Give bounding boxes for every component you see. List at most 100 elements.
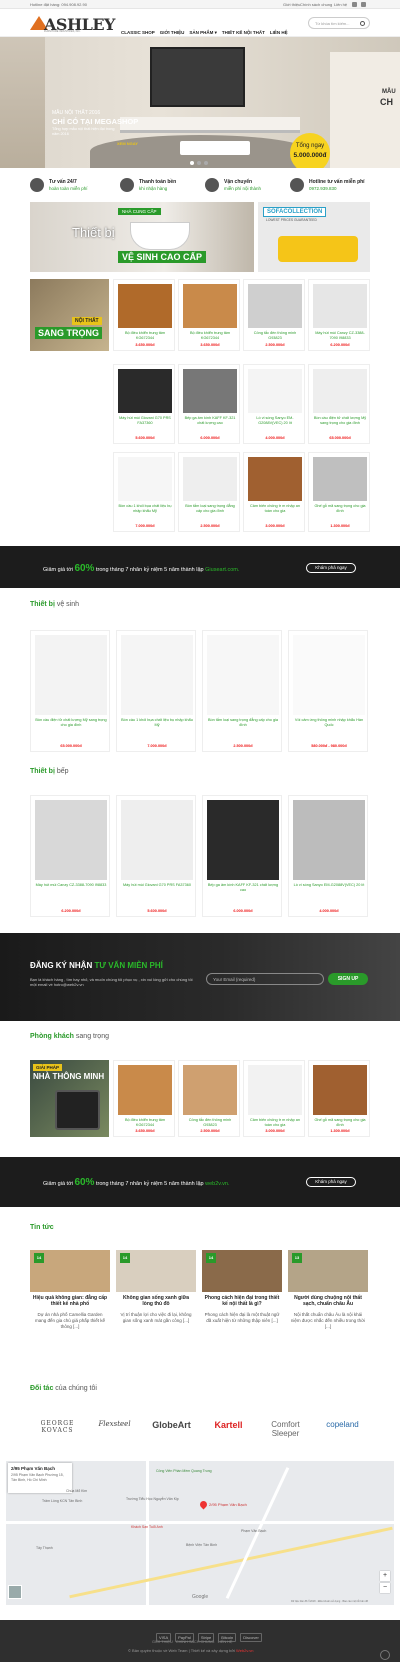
- nav-products[interactable]: SẢN PHẨM ▾: [189, 30, 217, 35]
- grid-product-card[interactable]: Máy hút mùi Canzy CZ-3388-7090 I98833 6.2…: [308, 279, 370, 351]
- news-card[interactable]: 14 Phong cách hiện đại trong thiết kế nộ…: [202, 1250, 282, 1370]
- news-title[interactable]: Hiệu quả không gian: đẳng cấp thiết kế n…: [32, 1295, 108, 1307]
- bathroom-product-card[interactable]: Bồn tắm loại sang trọng đẳng cấp cho gia…: [202, 630, 282, 752]
- grid-product-card[interactable]: Cảm biến chống tr m nhập an toàn cho gia…: [243, 452, 305, 532]
- product-image[interactable]: [313, 1065, 367, 1115]
- zoom-out-button[interactable]: −: [380, 1583, 390, 1593]
- product-name[interactable]: Máy hút mùi Giovani G70 PRS FA37360: [117, 416, 173, 425]
- kitchen-product-card[interactable]: Máy hút mùi Giovani G70 PRS FA37360 5.600…: [116, 795, 196, 917]
- product-name[interactable]: Cảm biến chống tr m nhập an toàn cho gia: [247, 504, 303, 513]
- bathroom-product-card[interactable]: Bồn cầu 1 khối bụa chất liệu bụ nhập khẩ…: [116, 630, 196, 752]
- news-title[interactable]: Không gian sống xanh giữa lòng thủ đô: [118, 1295, 194, 1307]
- product-name[interactable]: Máy hút mùi Canzy CZ-3388-7090 I98833: [34, 883, 108, 888]
- banner-sofa[interactable]: SOFACOLLECTION LOWEST PRICES GUARANTEED: [258, 202, 370, 272]
- hero-slider[interactable]: MẪU NỘI THẤT 2016 CHỈ CÓ TẠI MEGASHOP Tổ…: [0, 37, 400, 168]
- product-image[interactable]: [248, 457, 302, 501]
- back-to-top-icon[interactable]: [380, 1650, 390, 1660]
- product-name[interactable]: Bồn cầu điện tử chất lượng Mỹ sang trọng…: [312, 416, 368, 425]
- product-image[interactable]: [248, 284, 302, 328]
- product-name[interactable]: Bồn tắm loại sang trọng đẳng cấp cho gia…: [182, 504, 238, 513]
- news-card[interactable]: 14 Không gian sống xanh giữa lòng thủ đô…: [116, 1250, 196, 1370]
- news-title[interactable]: Người dùng chuộng nội thất sạch, chuẩn c…: [290, 1295, 366, 1307]
- product-name[interactable]: Bồn tắm loại sang trọng đẳng cấp cho gia…: [206, 718, 280, 727]
- product-image[interactable]: [313, 369, 367, 413]
- kitchen-product-card[interactable]: Lò vi sóng Sanyo EM-G2088V(VEC) 20 lít 4.…: [288, 795, 368, 917]
- product-name[interactable]: Bồn cầu 1 khối bụa chất liệu bụ nhập khẩ…: [120, 718, 194, 727]
- partner-logo[interactable]: GEORGE KOVACS: [30, 1420, 85, 1434]
- grid-product-card[interactable]: Bếp ga âm kính KAFF KF-321 chất lượng ca…: [178, 364, 240, 444]
- grid-product-card[interactable]: Lò vi sóng Sanyo EM-G2088V(VEC) 20 lít 4.…: [243, 364, 305, 444]
- product-name[interactable]: Bồn cầu 1 khối bụa chất liệu bụ nhập khẩ…: [117, 504, 173, 513]
- product-name[interactable]: Vòi cảm ứng thông minh nhập khẩu Hàn Quố…: [292, 718, 366, 727]
- email-field[interactable]: Your Email (required): [206, 973, 324, 985]
- product-image[interactable]: [118, 457, 172, 501]
- product-image[interactable]: [35, 635, 107, 715]
- product-image[interactable]: [35, 800, 107, 880]
- living-product-card[interactable]: Cảm biến chống tr m nhập an toàn cho gia…: [243, 1060, 305, 1137]
- grid-product-card[interactable]: Bồn cầu điện tử chất lượng Mỹ sang trọng…: [308, 364, 370, 444]
- banner-bathroom[interactable]: NHÀ CUNG CẤP Thiết bị VỆ SINH CAO CẤP: [30, 202, 254, 272]
- product-name[interactable]: Máy hút mùi Giovani G70 PRS FA37360: [120, 883, 194, 888]
- product-name[interactable]: Bộ điều khiển trung tâm KG672344: [182, 331, 238, 340]
- copyright-brand[interactable]: Web2v.vn: [236, 1648, 253, 1653]
- kitchen-product-card[interactable]: Máy hút mùi Canzy CZ-3388-7090 I98833 6.2…: [30, 795, 110, 917]
- product-image[interactable]: [248, 369, 302, 413]
- product-name[interactable]: Ghế gỗ mã sang trọng cho gia đình: [312, 1118, 368, 1127]
- product-name[interactable]: Lò vi sóng Sanyo EM-G2088V(VEC) 20 lít: [247, 416, 303, 425]
- product-name[interactable]: Lò vi sóng Sanyo EM-G2088V(VEC) 20 lít: [292, 883, 366, 888]
- news-title[interactable]: Phong cách hiện đại trong thiết kế nội t…: [204, 1295, 280, 1307]
- nav-about[interactable]: GIỚI THIỆU: [160, 30, 185, 35]
- product-name[interactable]: Cảm biến chống tr m nhập an toàn cho gia: [247, 1118, 303, 1127]
- product-image[interactable]: [207, 800, 279, 880]
- partner-logo[interactable]: copeland: [315, 1420, 370, 1429]
- map[interactable]: 2/95 Phạm Văn Bạch 2/95 Phạm Văn Bạch Ph…: [6, 1461, 394, 1605]
- living-product-card[interactable]: Bộ điều khiển trung tâm KG672344 3.650.00…: [113, 1060, 175, 1137]
- hero-cta[interactable]: XEM NGAY: [117, 141, 138, 146]
- topbar-link-policy[interactable]: Chính sách chung: [300, 3, 332, 7]
- explore-button[interactable]: Khám phá ngay: [306, 1177, 356, 1187]
- user-icon[interactable]: [352, 2, 357, 7]
- news-card[interactable]: 13 Người dùng chuộng nội thất sạch, chuẩ…: [288, 1250, 368, 1370]
- partner-logo[interactable]: Comfort Sleeper: [258, 1420, 313, 1438]
- grid-product-card[interactable]: Ghế gỗ mã sang trọng cho gia đình 1.300.0…: [308, 452, 370, 532]
- product-name[interactable]: Bếp ga âm kính KAFF KF-321 chất lượng ca…: [206, 883, 280, 892]
- nav-classic-shop[interactable]: CLASSIC SHOP: [121, 30, 155, 35]
- satellite-toggle[interactable]: [8, 1585, 22, 1599]
- product-image[interactable]: [118, 284, 172, 328]
- product-name[interactable]: Công tắc đèn thông minh G93823: [247, 331, 303, 340]
- product-image[interactable]: [207, 635, 279, 715]
- news-card[interactable]: 14 Hiệu quả không gian: đẳng cấp thiết k…: [30, 1250, 110, 1370]
- footer-link-contact[interactable]: LIÊN HỆ: [218, 1640, 233, 1644]
- living-product-card[interactable]: Công tắc đèn thông minh G93823 2.500.000đ: [178, 1060, 240, 1137]
- slider-dot[interactable]: [190, 161, 194, 165]
- product-image[interactable]: [248, 1065, 302, 1115]
- search-icon[interactable]: [360, 21, 365, 26]
- nav-interior-design[interactable]: THIẾT KẾ NỘI THẤT: [222, 30, 265, 35]
- slider-dot[interactable]: [204, 161, 208, 165]
- topbar-link-contact[interactable]: Liên hệ: [334, 3, 347, 7]
- grid-product-card[interactable]: Bồn cầu 1 khối bụa chất liệu bụ nhập khẩ…: [113, 452, 175, 532]
- cart-icon[interactable]: [361, 2, 366, 7]
- product-image[interactable]: [183, 284, 237, 328]
- slider-dot[interactable]: [197, 161, 201, 165]
- bathroom-product-card[interactable]: Bồn cầu điện tử chất lượng Mỹ sang trọng…: [30, 630, 110, 752]
- product-image[interactable]: [183, 457, 237, 501]
- grid-product-card[interactable]: Công tắc đèn thông minh G93823 2.500.000đ: [243, 279, 305, 351]
- product-image[interactable]: [121, 800, 193, 880]
- signup-button[interactable]: SIGN UP: [328, 973, 368, 985]
- grid-product-card[interactable]: Bồn tắm loại sang trọng đẳng cấp cho gia…: [178, 452, 240, 532]
- grid-product-card[interactable]: Máy hút mùi Giovani G70 PRS FA37360 5.600…: [113, 364, 175, 444]
- product-image[interactable]: [183, 1065, 237, 1115]
- banner-smarthome[interactable]: GIẢI PHÁP NHÀ THÔNG MINH: [30, 1060, 109, 1137]
- product-image[interactable]: [121, 635, 193, 715]
- product-name[interactable]: Bộ điều khiển trung tâm KG672344: [117, 331, 173, 340]
- topbar-link-about[interactable]: Giới thiệu: [283, 3, 300, 7]
- grid-product-card[interactable]: Bộ điều khiển trung tâm KG672344 3.650.00…: [178, 279, 240, 351]
- grid-product-card[interactable]: Bộ điều khiển trung tâm KG672344 3.650.00…: [113, 279, 175, 351]
- product-name[interactable]: Máy hút mùi Canzy CZ-3388-7090 I98833: [312, 331, 368, 340]
- bathroom-product-card[interactable]: Vòi cảm ứng thông minh nhập khẩu Hàn Quố…: [288, 630, 368, 752]
- search-box[interactable]: Từ khóa tìm kiếm...: [308, 17, 370, 29]
- partner-logo[interactable]: Flexsteel: [87, 1420, 142, 1428]
- product-image[interactable]: [313, 284, 367, 328]
- product-name[interactable]: Ghế gỗ mã sang trọng cho gia đình: [312, 504, 368, 513]
